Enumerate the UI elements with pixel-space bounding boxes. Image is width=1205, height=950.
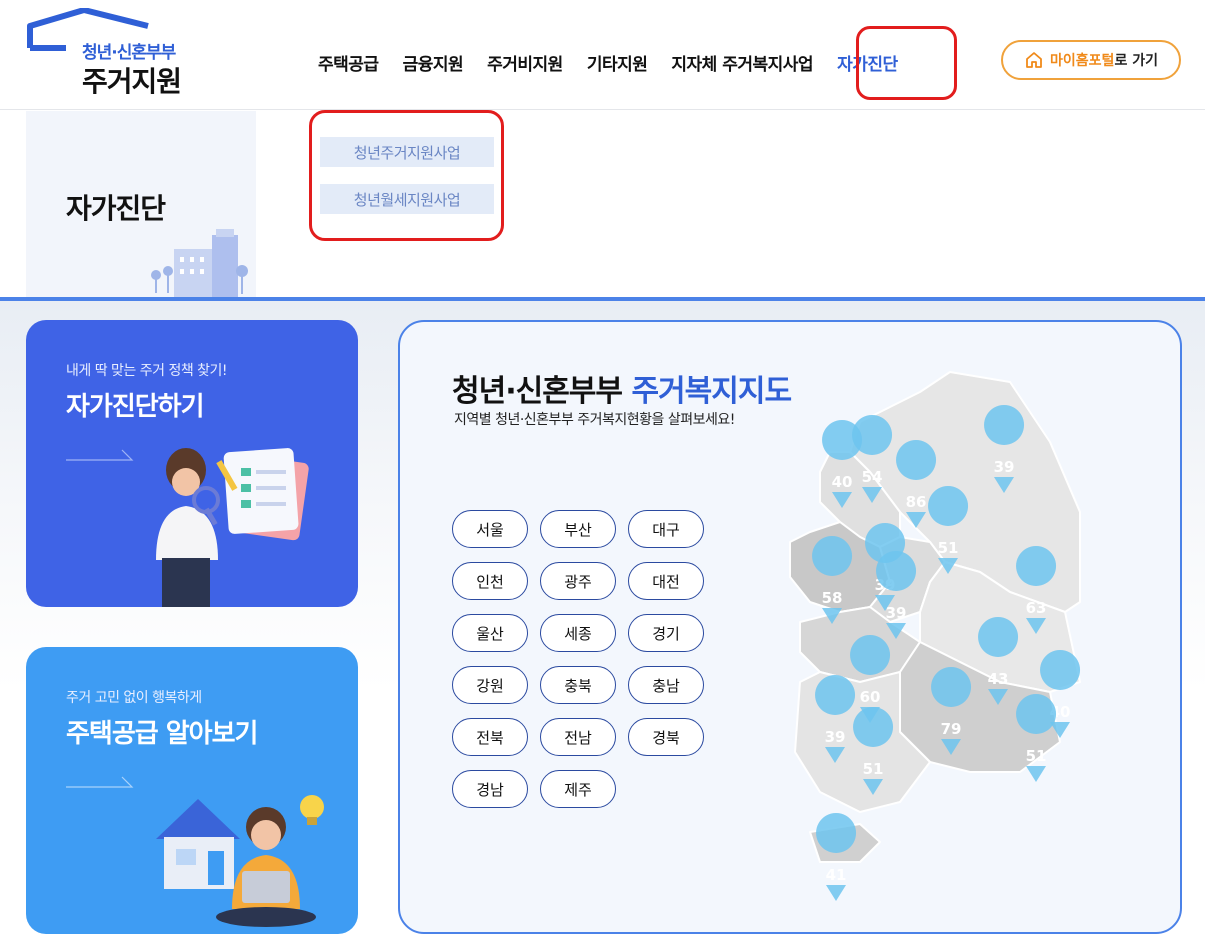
housing-supply-card[interactable]: 주거 고민 없이 행복하게 주택공급 알아보기	[26, 647, 358, 934]
submenu-highlight-box	[309, 110, 504, 241]
region-button-sejong[interactable]: 세종	[540, 614, 616, 652]
pin-value: 79	[941, 720, 962, 738]
woman-magnifier-illustration-icon	[156, 448, 309, 607]
nav-item-housing-cost-support[interactable]: 주거비지원	[475, 50, 575, 75]
map-title-blue: 주거복지지도	[631, 374, 792, 409]
region-button-incheon[interactable]: 인천	[452, 562, 528, 600]
nav-item-housing-supply[interactable]: 주택공급	[306, 50, 391, 75]
pin-value: 39	[825, 728, 846, 746]
self-diagnosis-card[interactable]: 내게 딱 맞는 주거 정책 찾기! 자가진단하기	[26, 320, 358, 607]
nav-item-finance-support[interactable]: 금융지원	[391, 50, 476, 75]
logo-text-main: 주거지원	[82, 65, 182, 98]
region-button-gwangju[interactable]: 광주	[540, 562, 616, 600]
nav-item-other-support[interactable]: 기타지원	[575, 50, 660, 75]
map-subtitle: 지역별 청년·신혼부부 주거복지현황을 살펴보세요!	[454, 412, 735, 428]
pin-value: 63	[1026, 599, 1047, 617]
pin-value: 51	[938, 539, 959, 557]
region-button-busan[interactable]: 부산	[540, 510, 616, 548]
housing-welfare-map-panel: 청년·신혼부부 주거복지지도 지역별 청년·신혼부부 주거복지현황을 살펴보세요…	[398, 320, 1182, 934]
pin-value: 51	[1026, 747, 1047, 765]
submenu-item-youth-rent[interactable]: 청년월세지원사업	[320, 184, 494, 214]
region-button-jeju[interactable]: 제주	[540, 770, 616, 808]
region-button-chungnam[interactable]: 충남	[628, 666, 704, 704]
region-button-chungbuk[interactable]: 충북	[540, 666, 616, 704]
dropdown-side-panel: 자가진단	[26, 111, 256, 299]
region-button-gyeongnam[interactable]: 경남	[452, 770, 528, 808]
home-icon	[1026, 52, 1042, 68]
map-title: 청년·신혼부부 주거복지지도	[452, 366, 792, 410]
pin-value: 43	[988, 670, 1009, 688]
map-title-black: 청년·신혼부부	[452, 374, 632, 409]
pin-value: 58	[822, 589, 843, 607]
pin-value: 39	[886, 604, 907, 622]
arrow-right-icon	[66, 776, 134, 788]
pin-value: 40	[832, 473, 853, 491]
pin-value: 51	[863, 760, 884, 778]
region-button-jeonbuk[interactable]: 전북	[452, 718, 528, 756]
nav-item-local-welfare[interactable]: 지자체 주거복지사업	[659, 50, 825, 75]
dropdown-title: 자가진단	[66, 192, 166, 225]
buildings-illustration-icon	[151, 229, 248, 299]
main-nav: 주택공급 금융지원 주거비지원 기타지원 지자체 주거복지사업 자가진단	[306, 40, 910, 84]
man-laptop-house-illustration-icon	[156, 795, 324, 927]
region-button-seoul[interactable]: 서울	[452, 510, 528, 548]
region-button-gangwon[interactable]: 강원	[452, 666, 528, 704]
pin-value: 54	[862, 468, 883, 486]
myhome-portal-suffix: 로 가기	[1114, 53, 1158, 69]
card-title: 주택공급 알아보기	[66, 719, 258, 749]
myhome-portal-button[interactable]: 마이홈포털로 가기	[1001, 40, 1181, 80]
pin-value: 39	[994, 458, 1015, 476]
korea-map: 40 54 39 86 51 58 39 39 63 43 60 40 79 3…	[789, 371, 1081, 901]
region-button-gyeonggi[interactable]: 경기	[628, 614, 704, 652]
region-button-daegu[interactable]: 대구	[628, 510, 704, 548]
region-button-jeonnam[interactable]: 전남	[540, 718, 616, 756]
card-subtitle: 내게 딱 맞는 주거 정책 찾기!	[66, 363, 228, 379]
myhome-portal-label: 마이홈포털	[1050, 53, 1115, 69]
pin-value: 86	[906, 493, 927, 511]
site-logo[interactable]: 청년·신혼부부 주거지원	[26, 8, 206, 98]
card-title: 자가진단하기	[66, 392, 205, 422]
region-button-ulsan[interactable]: 울산	[452, 614, 528, 652]
nav-highlight-box	[856, 26, 957, 100]
region-button-gyeongbuk[interactable]: 경북	[628, 718, 704, 756]
pin-value: 41	[826, 866, 847, 884]
site-header: 청년·신혼부부 주거지원 주택공급 금융지원 주거비지원 기타지원 지자체 주거…	[0, 0, 1205, 110]
pin-value: 60	[860, 688, 881, 706]
submenu-item-youth-housing[interactable]: 청년주거지원사업	[320, 137, 494, 167]
region-button-daejeon[interactable]: 대전	[628, 562, 704, 600]
card-subtitle: 주거 고민 없이 행복하게	[66, 690, 202, 706]
